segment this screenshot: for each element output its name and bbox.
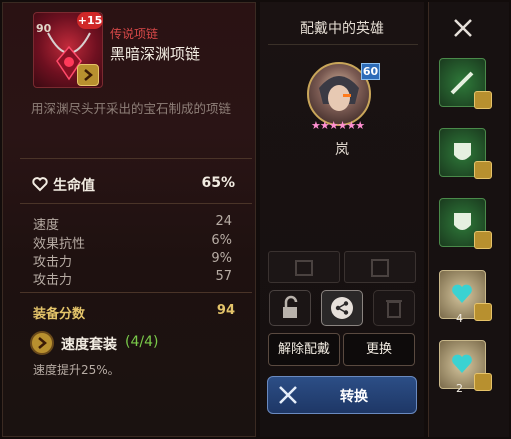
- divider: [20, 158, 252, 159]
- lock-slot-button[interactable]: [268, 251, 340, 283]
- item-description: 用深渊尽头开采出的宝石制成的项链: [31, 101, 232, 116]
- dice-button[interactable]: [344, 251, 416, 283]
- sub-stat-label: 速度: [33, 218, 60, 233]
- item-level: 90: [36, 22, 52, 35]
- gear-score-value: 94: [216, 303, 235, 318]
- set-count: (4/4): [125, 334, 159, 350]
- set-name: 速度套装: [61, 337, 117, 353]
- share-icon[interactable]: [321, 290, 363, 326]
- sub-stat-label: 攻击力: [33, 255, 73, 270]
- sub-stat-value: 9%: [211, 251, 232, 266]
- trash-icon[interactable]: [373, 290, 415, 326]
- speed-set-icon: [474, 303, 492, 321]
- speed-set-icon: [474, 161, 492, 179]
- heart-icon: [32, 177, 48, 192]
- convert-label: 转换: [340, 389, 368, 405]
- gear-score-label: 装备分数: [33, 307, 86, 322]
- swords-icon[interactable]: [452, 17, 474, 39]
- speed-set-icon: [474, 373, 492, 391]
- speed-set-icon: [474, 91, 492, 109]
- speed-set-icon: [30, 331, 54, 355]
- divider: [20, 292, 252, 293]
- hero-stars: ★★★★★★: [311, 119, 365, 132]
- sub-stat-label: 攻击力: [33, 273, 73, 288]
- speed-set-icon: [474, 231, 492, 249]
- sub-stat-value: 6%: [211, 233, 232, 248]
- set-effect: 速度提升25%。: [33, 363, 120, 377]
- main-stat-value: 65%: [201, 175, 235, 191]
- swords-icon: [279, 386, 297, 404]
- divider: [268, 44, 418, 45]
- hero-name: 岚: [335, 142, 349, 158]
- unequip-button[interactable]: 解除配戴: [268, 333, 340, 366]
- gear-count: 4: [456, 312, 463, 325]
- replace-button[interactable]: 更换: [343, 333, 415, 366]
- lock-open-icon[interactable]: [269, 290, 311, 326]
- sub-stat-value: 57: [215, 269, 232, 284]
- item-name: 黑暗深渊项链: [110, 45, 201, 63]
- divider: [20, 203, 252, 204]
- gear-count: 2: [456, 382, 463, 395]
- enhance-badge: +15: [77, 12, 103, 29]
- sub-stat-label: 效果抗性: [33, 237, 86, 252]
- hero-level: 60: [361, 63, 380, 80]
- speed-set-icon: [77, 64, 99, 86]
- item-rarity: 传说项链: [110, 27, 159, 41]
- main-stat-label: 生命值: [53, 178, 95, 194]
- equipped-hero-title: 配戴中的英雄: [300, 21, 384, 37]
- sub-stat-value: 24: [215, 214, 232, 229]
